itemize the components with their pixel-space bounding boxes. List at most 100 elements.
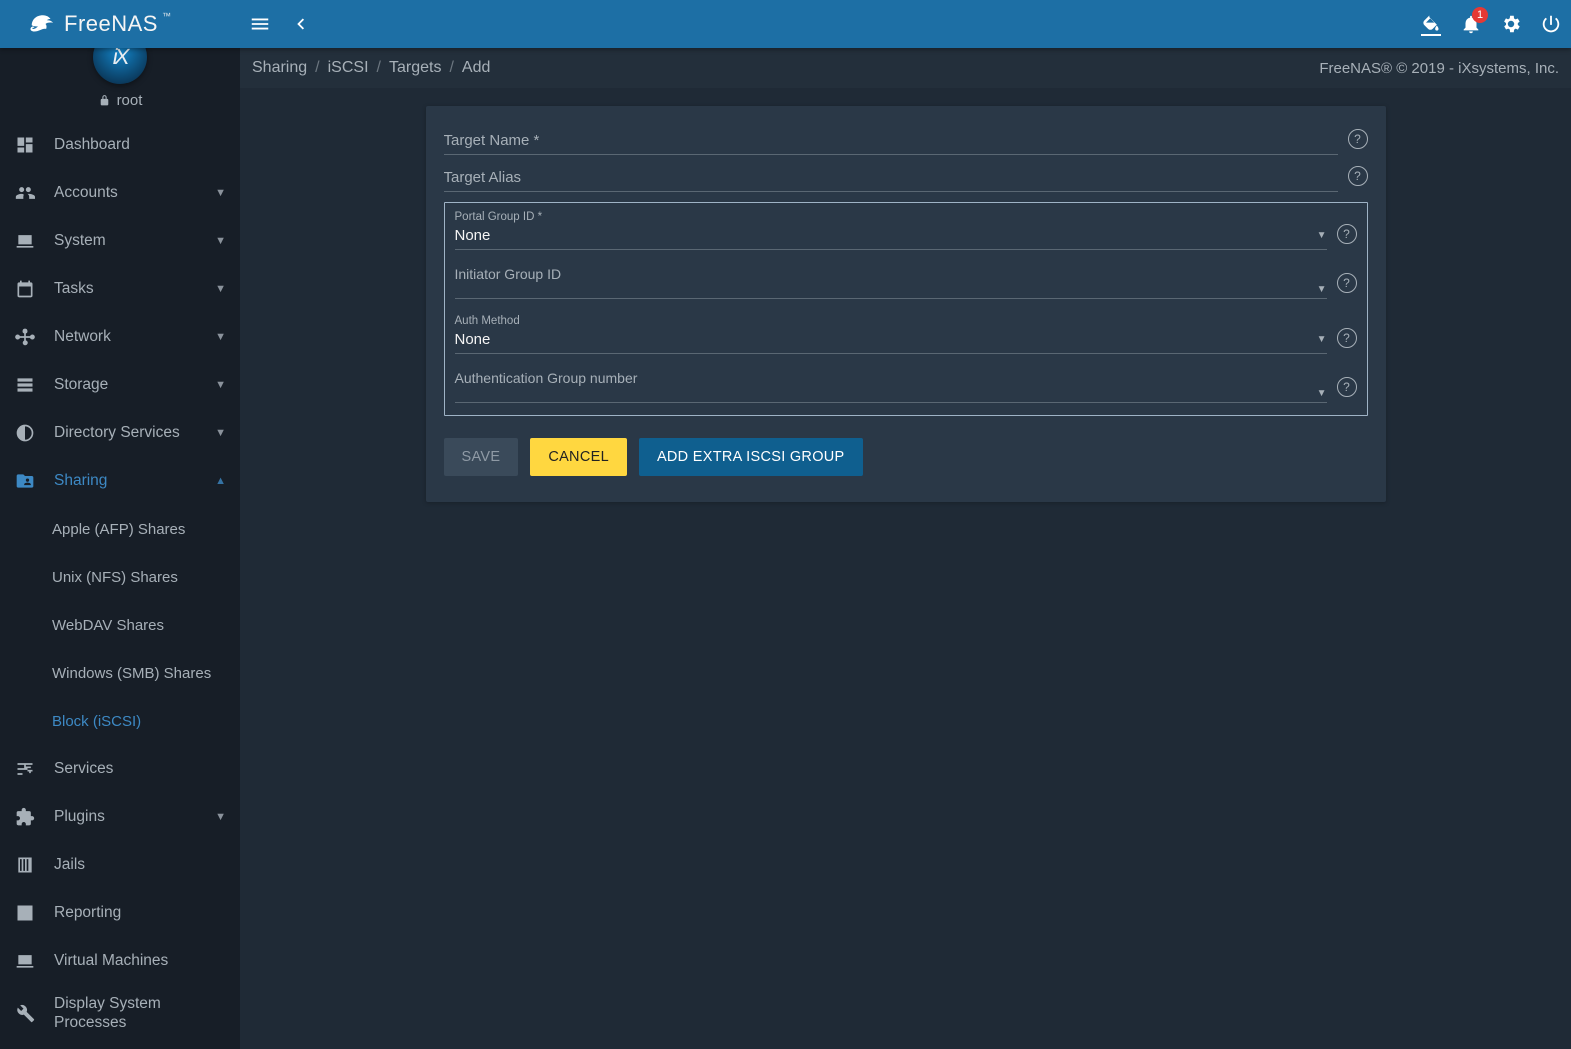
- cancel-button[interactable]: CANCEL: [530, 438, 627, 476]
- notification-badge: 1: [1472, 7, 1488, 23]
- crumb-add[interactable]: Add: [462, 59, 490, 77]
- menu-toggle-button[interactable]: [240, 4, 280, 44]
- hamburger-icon: [249, 13, 271, 35]
- auth-method-select[interactable]: None ▼: [455, 327, 1327, 354]
- format-color-fill-icon: [1421, 13, 1441, 33]
- help-icon[interactable]: ?: [1348, 129, 1368, 149]
- brand-tm: ™: [162, 11, 172, 21]
- sidebar-sub-iscsi[interactable]: Block (iSCSI): [0, 697, 240, 745]
- help-icon[interactable]: ?: [1337, 377, 1357, 397]
- form-actions: SAVE CANCEL ADD EXTRA ISCSI GROUP: [444, 438, 1368, 476]
- field-target-name: ?: [444, 128, 1368, 155]
- sidebar-sub-smb[interactable]: Windows (SMB) Shares: [0, 649, 240, 697]
- avatar: iX: [93, 48, 147, 84]
- help-icon[interactable]: ?: [1337, 328, 1357, 348]
- power-button[interactable]: [1531, 4, 1571, 44]
- sidebar-item-directory-services[interactable]: Directory Services▼: [0, 409, 240, 457]
- sidebar-item-tasks[interactable]: Tasks▼: [0, 265, 240, 313]
- chevron-down-icon: ▼: [215, 187, 226, 199]
- initiator-group-label: Initiator Group ID: [455, 266, 1327, 282]
- breadcrumb: Sharing/ iSCSI/ Targets/ Add: [252, 59, 490, 77]
- target-alias-input[interactable]: [444, 165, 1338, 192]
- sidebar-item-dashboard[interactable]: Dashboard: [0, 121, 240, 169]
- freenas-logo-icon: [28, 9, 58, 39]
- sidebar-item-jails[interactable]: Jails: [0, 841, 240, 889]
- jail-icon: [15, 855, 35, 875]
- auth-group-select[interactable]: ▼: [455, 388, 1327, 403]
- save-button[interactable]: SAVE: [444, 438, 519, 476]
- sidebar-item-reporting[interactable]: Reporting: [0, 889, 240, 937]
- field-portal-group: Portal Group ID * None ▼ ?: [455, 211, 1357, 250]
- main-content: ? ? Portal Group ID * None ▼ ?: [240, 0, 1571, 1049]
- chevron-down-icon: ▼: [215, 331, 226, 343]
- sidebar-item-storage[interactable]: Storage▼: [0, 361, 240, 409]
- settings-button[interactable]: [1491, 4, 1531, 44]
- chevron-down-icon: ▼: [215, 283, 226, 295]
- sidebar-item-sharing[interactable]: Sharing▲: [0, 457, 240, 505]
- storage-icon: [15, 375, 35, 395]
- power-icon: [1540, 13, 1562, 35]
- add-extra-iscsi-group-button[interactable]: ADD EXTRA ISCSI GROUP: [639, 438, 863, 476]
- sidebar-collapse-button[interactable]: [280, 4, 320, 44]
- calendar-icon: [15, 279, 35, 299]
- chevron-down-icon: ▼: [1317, 388, 1327, 399]
- extension-icon: [15, 807, 35, 827]
- folder-shared-icon: [15, 471, 35, 491]
- adjust-icon: [15, 423, 35, 443]
- chart-icon: [15, 903, 35, 923]
- chevron-down-icon: ▼: [215, 379, 226, 391]
- sidebar-item-services[interactable]: Services: [0, 745, 240, 793]
- breadcrumb-bar: Sharing/ iSCSI/ Targets/ Add FreeNAS® © …: [240, 48, 1571, 88]
- help-icon[interactable]: ?: [1337, 273, 1357, 293]
- nav-list: Dashboard Accounts▼ System▼ Tasks▼ Netwo…: [0, 121, 240, 1041]
- gear-icon: [1500, 13, 1522, 35]
- chevron-down-icon: ▼: [215, 811, 226, 823]
- field-initiator-group: Initiator Group ID ▼ ?: [455, 266, 1357, 299]
- portal-group-select[interactable]: None ▼: [455, 223, 1327, 250]
- sidebar-item-network[interactable]: Network▼: [0, 313, 240, 361]
- chevron-down-icon: ▼: [1317, 284, 1327, 295]
- crumb-sharing[interactable]: Sharing: [252, 59, 307, 77]
- lock-icon: [98, 94, 111, 107]
- field-target-alias: ?: [444, 165, 1368, 192]
- brand-logo: FreeNAS™: [0, 0, 240, 48]
- sidebar-item-processes[interactable]: Display System Processes: [0, 985, 240, 1041]
- iscsi-group-box: Portal Group ID * None ▼ ? Initiator Gro…: [444, 202, 1368, 416]
- sidebar-item-vm[interactable]: Virtual Machines: [0, 937, 240, 985]
- initiator-group-select[interactable]: ▼: [455, 284, 1327, 299]
- help-icon[interactable]: ?: [1348, 166, 1368, 186]
- accounts-icon: [15, 183, 35, 203]
- form-card: ? ? Portal Group ID * None ▼ ?: [426, 106, 1386, 502]
- auth-method-label: Auth Method: [455, 315, 1327, 327]
- chevron-down-icon: ▼: [215, 427, 226, 439]
- copyright-text: FreeNAS® © 2019 - iXsystems, Inc.: [1319, 60, 1559, 77]
- crumb-targets[interactable]: Targets: [389, 59, 441, 77]
- sidebar-item-accounts[interactable]: Accounts▼: [0, 169, 240, 217]
- chevron-left-icon: [289, 13, 311, 35]
- field-auth-method: Auth Method None ▼ ?: [455, 315, 1357, 354]
- auth-group-label: Authentication Group number: [455, 370, 1327, 386]
- laptop-icon: [15, 231, 35, 251]
- chevron-down-icon: ▼: [1317, 230, 1327, 241]
- topbar: FreeNAS™ 1: [0, 0, 1571, 48]
- user-name: root: [98, 92, 143, 109]
- sidebar: iX root Dashboard Accounts▼ System▼ Task…: [0, 48, 240, 1049]
- sidebar-sub-nfs[interactable]: Unix (NFS) Shares: [0, 553, 240, 601]
- crumb-iscsi[interactable]: iSCSI: [328, 59, 369, 77]
- chevron-up-icon: ▲: [215, 475, 226, 487]
- portal-group-label: Portal Group ID *: [455, 211, 1327, 223]
- sidebar-sub-afp[interactable]: Apple (AFP) Shares: [0, 505, 240, 553]
- laptop-icon: [15, 951, 35, 971]
- user-block: iX root: [0, 48, 240, 121]
- theme-button[interactable]: [1411, 4, 1451, 44]
- sidebar-sub-webdav[interactable]: WebDAV Shares: [0, 601, 240, 649]
- help-icon[interactable]: ?: [1337, 224, 1357, 244]
- chevron-down-icon: ▼: [1317, 334, 1327, 345]
- sidebar-item-plugins[interactable]: Plugins▼: [0, 793, 240, 841]
- target-name-input[interactable]: [444, 128, 1338, 155]
- build-icon: [15, 1003, 35, 1023]
- sidebar-item-system[interactable]: System▼: [0, 217, 240, 265]
- field-auth-group: Authentication Group number ▼ ?: [455, 370, 1357, 403]
- notifications-button[interactable]: 1: [1451, 4, 1491, 44]
- dashboard-icon: [15, 135, 35, 155]
